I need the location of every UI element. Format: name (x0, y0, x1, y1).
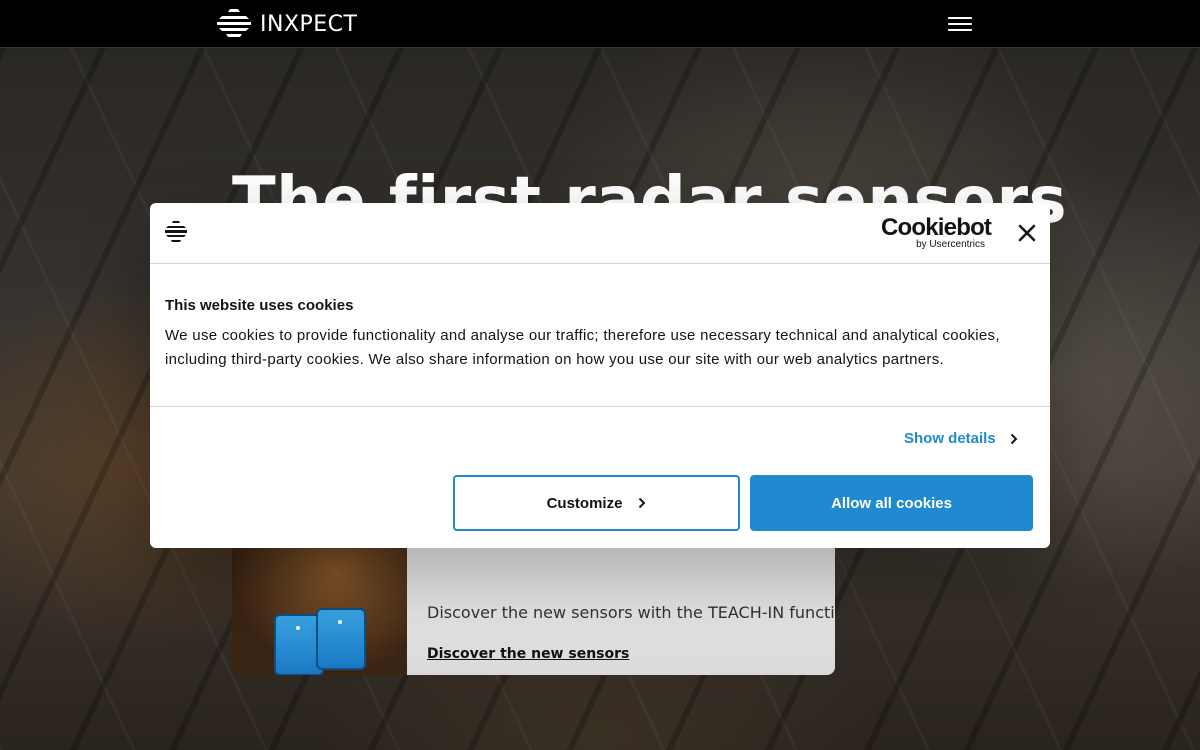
chevron-right-icon (1010, 433, 1018, 444)
cookiebot-logo[interactable]: Cookiebot by Usercentrics (881, 216, 992, 251)
promo-body: Discover the new sensors with the TEACH-… (407, 528, 835, 675)
promo-text: Discover the new sensors with the TEACH-… (427, 603, 835, 622)
customize-button[interactable]: Customize (453, 475, 740, 531)
discover-sensors-link[interactable]: Discover the new sensors (427, 646, 629, 662)
allow-all-label: Allow all cookies (831, 494, 952, 512)
cookie-dialog-title: This website uses cookies (165, 297, 354, 314)
cookie-consent-dialog: Cookiebot by Usercentrics This website u… (150, 203, 1050, 548)
inxpect-logo-icon (217, 9, 251, 37)
close-icon[interactable] (1017, 223, 1037, 243)
cookie-dialog-body: This website uses cookies We use cookies… (150, 264, 1050, 407)
customize-label: Customize (546, 494, 623, 512)
promo-image (232, 528, 407, 675)
allow-all-cookies-button[interactable]: Allow all cookies (750, 475, 1033, 531)
brand-name: INXPECT (260, 11, 358, 37)
hamburger-menu-icon[interactable] (948, 14, 972, 34)
show-details-label: Show details (904, 430, 996, 447)
site-logo-icon (165, 221, 187, 242)
promo-card: Discover the new sensors with the TEACH-… (232, 528, 835, 675)
cookie-dialog-header: Cookiebot by Usercentrics (150, 203, 1050, 264)
top-navbar: INXPECT (0, 0, 1200, 48)
show-details-link[interactable]: Show details (904, 430, 1018, 447)
cookie-dialog-text: We use cookies to provide functionality … (165, 327, 1000, 368)
brand-logo[interactable]: INXPECT (216, 8, 357, 40)
chevron-right-icon (639, 497, 646, 509)
